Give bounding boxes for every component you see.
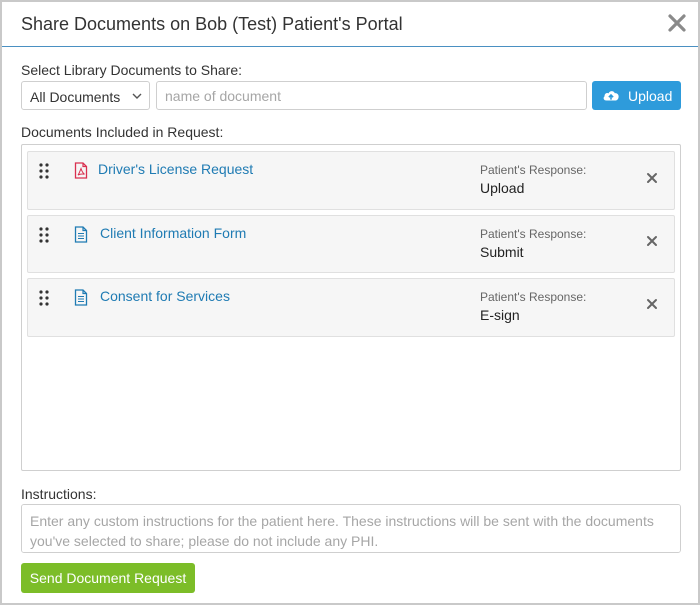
remove-document-button[interactable] (642, 168, 662, 188)
document-icon (74, 226, 88, 243)
document-link[interactable]: Client Information Form (100, 225, 246, 241)
document-link[interactable]: Driver's License Request (98, 161, 253, 177)
included-documents-list: Driver's License Request Patient's Respo… (21, 144, 681, 471)
remove-document-button[interactable] (642, 231, 662, 251)
modal-header: Share Documents on Bob (Test) Patient's … (2, 2, 698, 47)
close-button[interactable] (662, 8, 692, 38)
close-icon (668, 14, 686, 32)
included-label: Documents Included in Request: (21, 124, 224, 140)
upload-button-label: Upload (628, 88, 673, 104)
upload-button[interactable]: Upload (592, 81, 681, 110)
document-link[interactable]: Consent for Services (100, 288, 230, 304)
response-value: E-sign (480, 307, 520, 323)
modal-title: Share Documents on Bob (Test) Patient's … (21, 14, 403, 34)
document-name-input[interactable] (156, 81, 587, 110)
instructions-label: Instructions: (21, 486, 97, 502)
drag-handle-icon[interactable] (38, 289, 50, 312)
response-label: Patient's Response: (480, 163, 587, 177)
document-filter-select[interactable]: All Documents (21, 81, 150, 110)
library-label: Select Library Documents to Share: (21, 62, 242, 78)
document-filter-value: All Documents (30, 89, 121, 105)
remove-icon (647, 236, 657, 246)
response-label: Patient's Response: (480, 227, 587, 241)
remove-icon (647, 173, 657, 183)
list-item: Consent for Services Patient's Response:… (27, 278, 675, 337)
pdf-icon (74, 162, 88, 179)
send-document-request-button[interactable]: Send Document Request (21, 563, 195, 593)
instructions-field[interactable] (21, 504, 681, 553)
response-value: Upload (480, 180, 525, 196)
document-icon (74, 289, 88, 306)
response-value: Submit (480, 244, 524, 260)
list-item: Client Information Form Patient's Respon… (27, 215, 675, 273)
list-item: Driver's License Request Patient's Respo… (27, 151, 675, 210)
remove-document-button[interactable] (642, 294, 662, 314)
response-label: Patient's Response: (480, 290, 587, 304)
drag-handle-icon[interactable] (38, 226, 50, 249)
share-documents-modal: Share Documents on Bob (Test) Patient's … (0, 0, 700, 605)
cloud-upload-icon (603, 91, 619, 101)
chevron-down-icon (132, 93, 142, 99)
drag-handle-icon[interactable] (38, 162, 50, 185)
remove-icon (647, 299, 657, 309)
